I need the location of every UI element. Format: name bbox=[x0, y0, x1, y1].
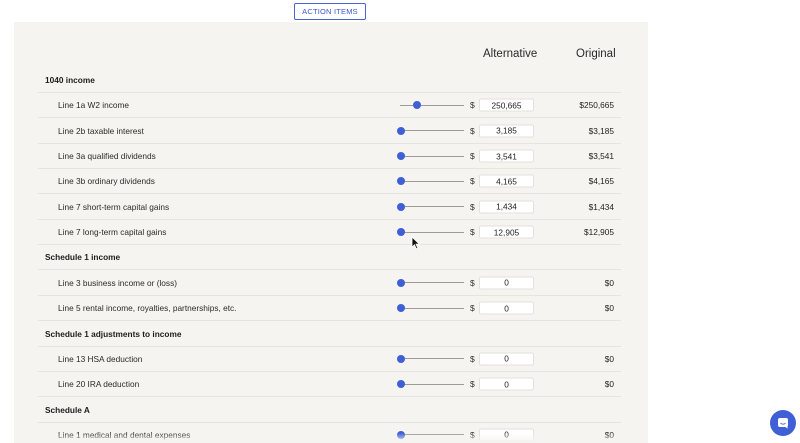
slider-thumb[interactable] bbox=[397, 228, 405, 237]
alternative-amount-input[interactable] bbox=[479, 98, 534, 112]
mouse-pointer-icon bbox=[411, 236, 421, 250]
alternative-amount-input[interactable] bbox=[479, 301, 534, 315]
line-label: Line 1a W2 income bbox=[58, 100, 130, 111]
alternative-amount-input[interactable] bbox=[479, 149, 534, 163]
slider-track[interactable] bbox=[400, 155, 464, 157]
section-title: Schedule 1 adjustments to income bbox=[45, 328, 182, 339]
line-label: Line 2b taxable interest bbox=[58, 125, 144, 136]
section-title: Schedule A bbox=[45, 404, 90, 415]
slider-thumb[interactable] bbox=[397, 152, 405, 161]
alternative-amount-input[interactable] bbox=[479, 200, 534, 214]
line-label: Line 3b ordinary dividends bbox=[58, 176, 155, 187]
currency-symbol: $ bbox=[470, 303, 475, 314]
currency-symbol: $ bbox=[470, 100, 475, 111]
alternative-amount-input[interactable] bbox=[479, 174, 534, 188]
amount-slider[interactable] bbox=[397, 227, 464, 237]
currency-symbol: $ bbox=[470, 201, 475, 212]
currency-symbol: $ bbox=[470, 176, 475, 187]
amount-slider[interactable] bbox=[397, 354, 464, 364]
section-title: 1040 income bbox=[45, 75, 95, 85]
line-label: Line 3 business income or (loss) bbox=[58, 277, 177, 288]
slider-thumb[interactable] bbox=[397, 354, 405, 363]
slider-thumb[interactable] bbox=[397, 126, 405, 135]
slider-track[interactable] bbox=[400, 104, 464, 106]
currency-symbol: $ bbox=[470, 227, 475, 238]
alternative-amount-input[interactable] bbox=[479, 225, 534, 239]
income-line-row: Line 3a qualified dividends $ $3,541 bbox=[38, 144, 621, 170]
amount-slider[interactable] bbox=[397, 278, 464, 288]
slider-track[interactable] bbox=[400, 307, 464, 309]
original-amount: $1,434 bbox=[588, 201, 614, 212]
original-amount: $3,185 bbox=[588, 125, 614, 136]
original-amount: $0 bbox=[604, 303, 614, 314]
income-line-row: Line 5 rental income, royalties, partner… bbox=[38, 296, 621, 322]
amount-slider[interactable] bbox=[397, 379, 464, 389]
chat-bubble-icon bbox=[778, 418, 788, 429]
section-title: Schedule 1 income bbox=[45, 252, 121, 263]
alternative-amount-input[interactable] bbox=[479, 276, 534, 290]
section-header: 1040 income bbox=[38, 68, 621, 93]
amount-slider[interactable] bbox=[397, 303, 464, 313]
chat-launcher-button[interactable] bbox=[770, 410, 796, 436]
income-line-row: Line 1a W2 income $ $250,665 bbox=[38, 93, 621, 119]
original-amount: $4,165 bbox=[588, 176, 614, 187]
income-line-row: Line 7 long-term capital gains $ $12,905 bbox=[38, 220, 621, 246]
income-line-row: Line 20 IRA deduction $ $0 bbox=[38, 372, 621, 398]
section-header: Schedule A bbox=[38, 398, 621, 423]
slider-thumb[interactable] bbox=[397, 304, 405, 313]
amount-slider[interactable] bbox=[397, 202, 464, 212]
original-amount: $250,665 bbox=[579, 100, 614, 111]
slider-track[interactable] bbox=[400, 358, 464, 360]
action-items-button[interactable]: ACTION ITEMS bbox=[294, 3, 366, 20]
slider-track[interactable] bbox=[400, 383, 464, 385]
income-line-row: Line 13 HSA deduction $ $0 bbox=[38, 347, 621, 372]
alternative-amount-input[interactable] bbox=[479, 377, 534, 391]
currency-symbol: $ bbox=[470, 277, 475, 288]
original-amount: $0 bbox=[604, 353, 614, 364]
currency-symbol: $ bbox=[470, 125, 475, 136]
income-line-row: Line 3b ordinary dividends $ $4,165 bbox=[38, 169, 621, 195]
alternative-amount-input[interactable] bbox=[479, 124, 534, 138]
slider-thumb[interactable] bbox=[397, 177, 405, 186]
amount-slider[interactable] bbox=[397, 176, 464, 186]
slider-track[interactable] bbox=[400, 130, 464, 132]
slider-thumb[interactable] bbox=[397, 202, 405, 211]
slider-thumb[interactable] bbox=[397, 278, 405, 287]
currency-symbol: $ bbox=[470, 379, 475, 390]
line-label: Line 20 IRA deduction bbox=[58, 379, 140, 390]
line-label: Line 5 rental income, royalties, partner… bbox=[58, 303, 237, 314]
income-line-row: Line 3 business income or (loss) $ $0 bbox=[38, 271, 621, 296]
section-header: Schedule 1 income bbox=[38, 245, 621, 271]
original-amount: $3,541 bbox=[588, 151, 614, 162]
line-label: Line 13 HSA deduction bbox=[58, 353, 143, 364]
line-label: Line 3a qualified dividends bbox=[58, 151, 156, 162]
currency-symbol: $ bbox=[470, 353, 475, 364]
currency-symbol: $ bbox=[470, 151, 475, 162]
slider-thumb[interactable] bbox=[397, 380, 405, 389]
section-header: Schedule 1 adjustments to income bbox=[38, 322, 621, 347]
slider-track[interactable] bbox=[400, 282, 464, 284]
original-amount: $0 bbox=[604, 277, 614, 288]
slider-track[interactable] bbox=[400, 231, 464, 233]
alternative-amount-input[interactable] bbox=[479, 352, 534, 366]
income-line-row: Line 7 short-term capital gains $ $1,434 bbox=[38, 195, 621, 220]
tax-comparison-panel: Alternative Original 1040 income Line 1a … bbox=[14, 22, 648, 443]
amount-slider[interactable] bbox=[400, 100, 464, 110]
line-label: Line 7 short-term capital gains bbox=[58, 201, 170, 212]
alternative-column-header: Alternative bbox=[483, 48, 538, 60]
amount-slider[interactable] bbox=[397, 126, 464, 136]
scroll-fade bbox=[14, 433, 648, 443]
original-column-header: Original bbox=[576, 48, 616, 60]
amount-slider[interactable] bbox=[397, 151, 464, 161]
original-amount: $0 bbox=[604, 379, 614, 390]
original-amount: $12,905 bbox=[584, 227, 614, 238]
line-label: Line 7 long-term capital gains bbox=[58, 227, 167, 238]
slider-thumb[interactable] bbox=[413, 101, 421, 110]
slider-track[interactable] bbox=[400, 180, 464, 182]
slider-track[interactable] bbox=[400, 206, 464, 208]
income-line-row: Line 2b taxable interest $ $3,185 bbox=[38, 119, 621, 144]
